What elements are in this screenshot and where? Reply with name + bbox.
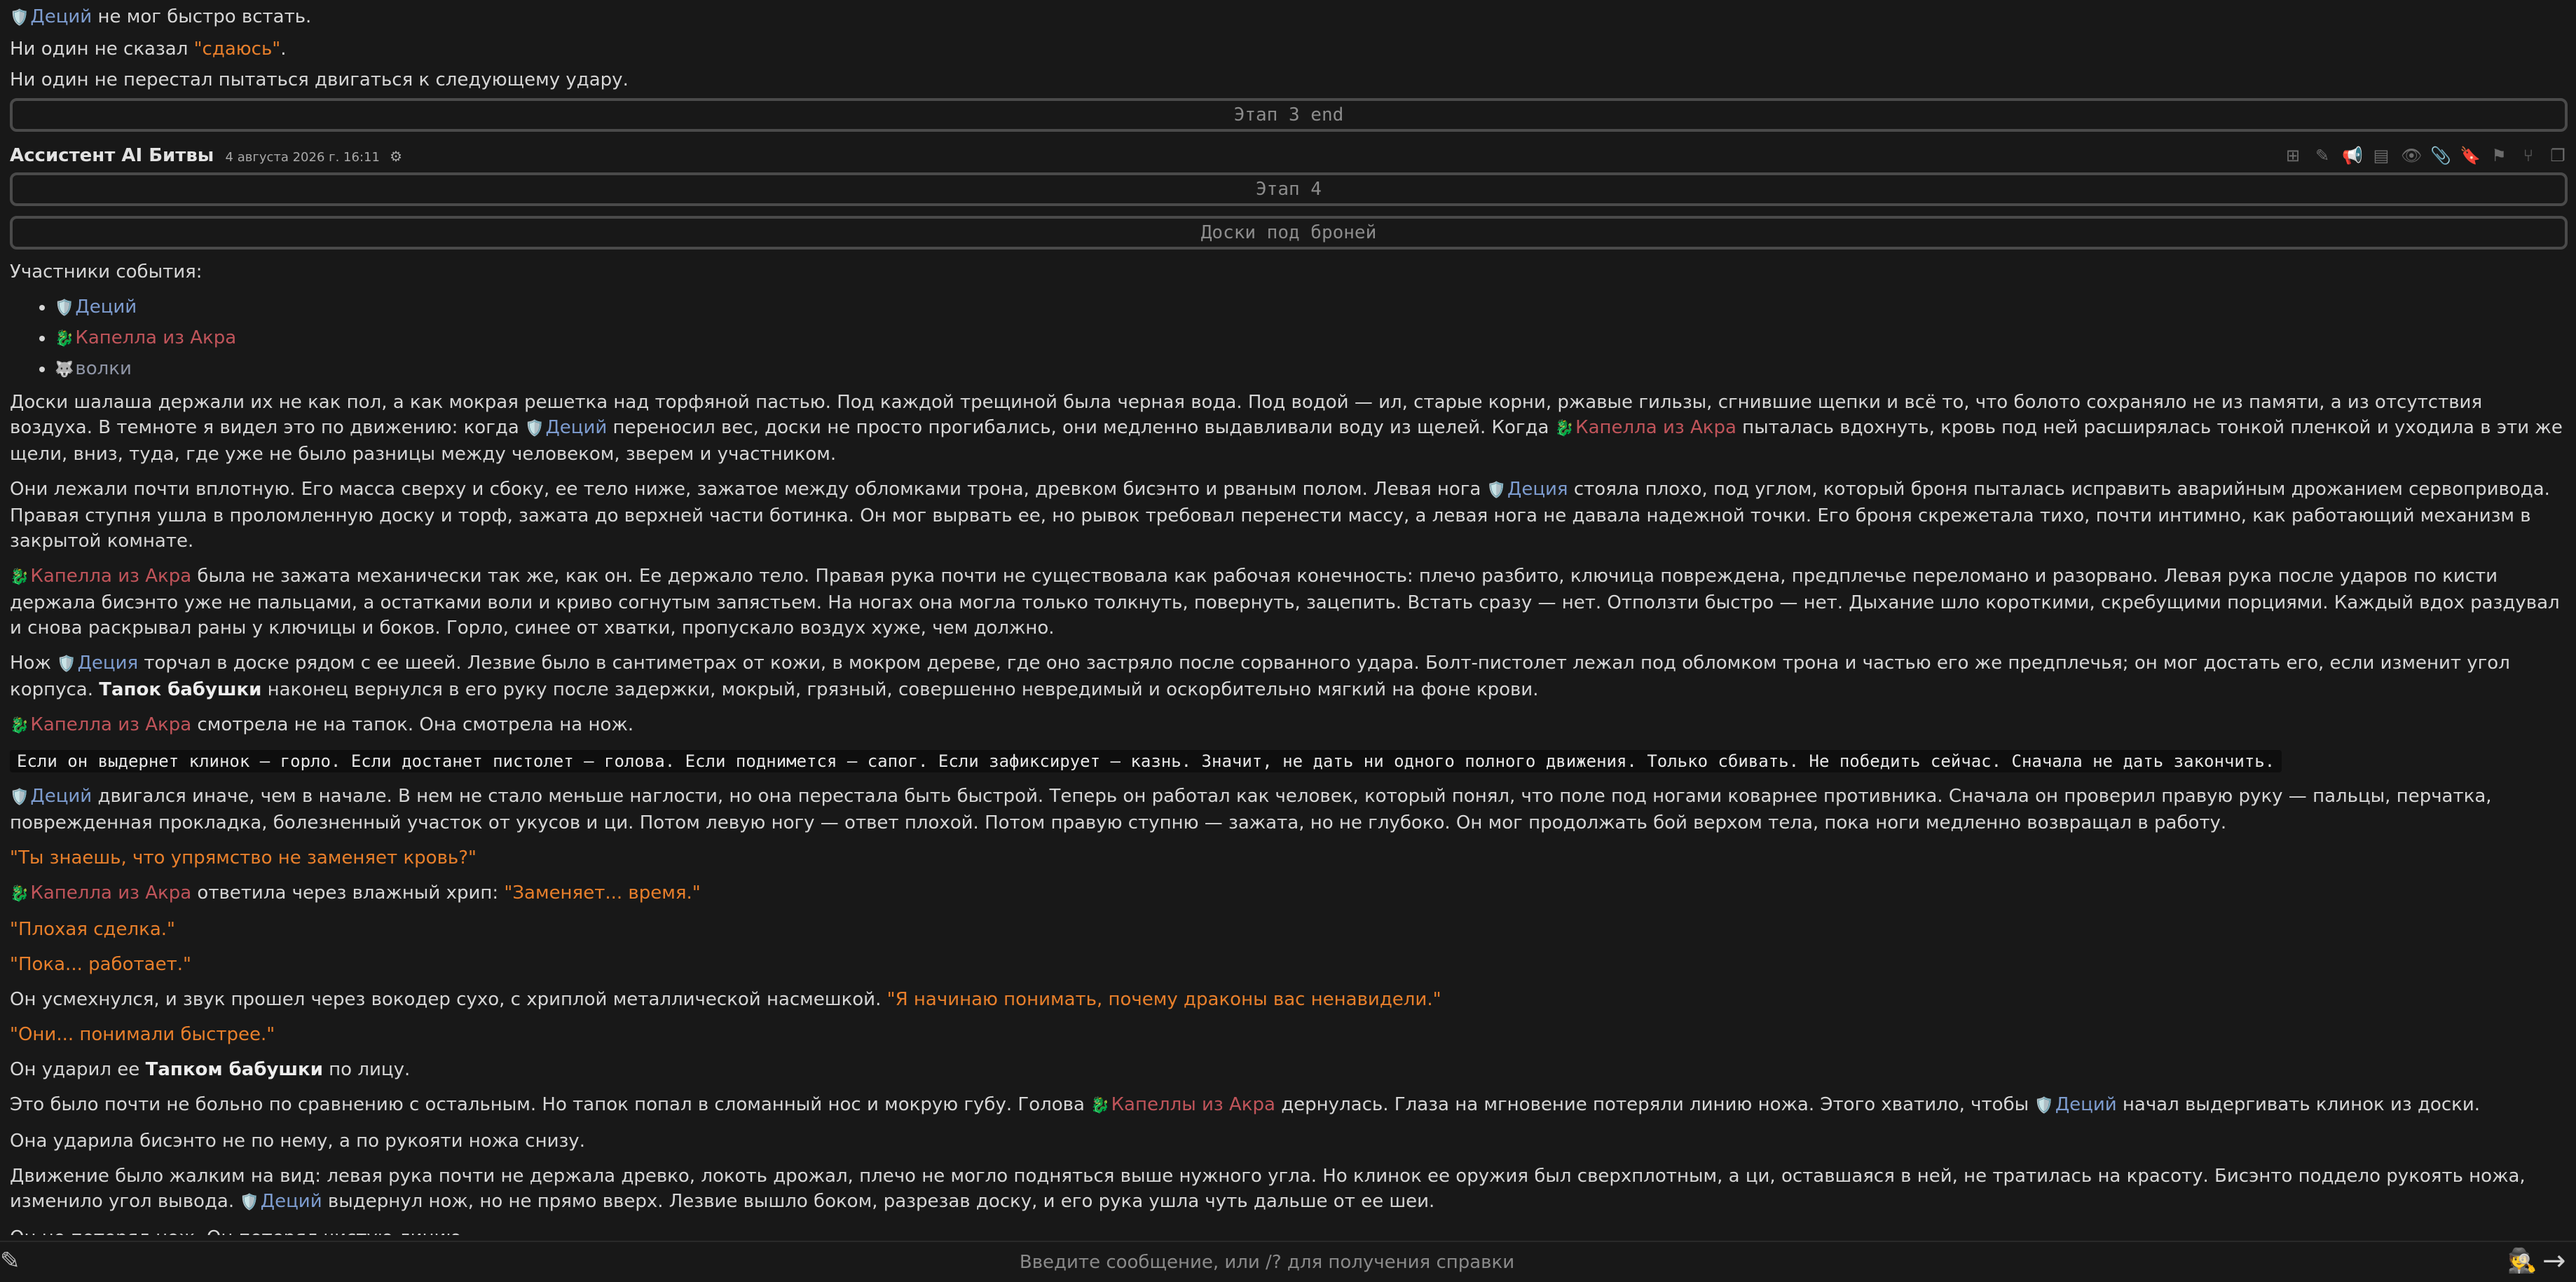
flag-icon[interactable]: ⚑ <box>2489 146 2509 165</box>
message-paragraph: 🐉Капелла из Акра ответила через влажный … <box>10 882 701 903</box>
shield-icon: 🛡️ <box>55 299 74 317</box>
dragon-icon: 🐉 <box>1554 420 1575 437</box>
stage-end-divider: Этап 3 end <box>10 98 2568 132</box>
ai-icon[interactable]: ⊞ <box>2283 146 2303 165</box>
chat-input-bar: ✎ 🕵 → <box>0 1241 2576 1282</box>
message-paragraph: 🛡️Деций не мог быстро встать. <box>10 6 312 27</box>
message-header: Ассистент AI Битвы 4 августа 2026 г. 16:… <box>10 142 2568 170</box>
participant-link-decius[interactable]: Деций <box>545 417 607 438</box>
participant-link-kapella[interactable]: Капелла из Акра <box>1575 417 1736 438</box>
item-name: Тапок бабушки <box>99 679 262 700</box>
copy-text-icon[interactable]: ▤ <box>2371 146 2391 165</box>
message-paragraph: 🐉Капелла из Акра смотрела не на тапок. О… <box>10 714 634 735</box>
participant-link-kapella[interactable]: Капелла из Акра <box>75 327 236 348</box>
participant-link-decius[interactable]: Деция <box>1507 479 1568 500</box>
participants-label: Участники события: <box>10 261 203 282</box>
message-paragraph: 🐉Капелла из Акра была не зажата механиче… <box>10 566 2560 639</box>
shield-icon: 🛡️ <box>57 655 76 673</box>
settings-icon[interactable]: ⚙ <box>390 148 402 165</box>
copy-icon[interactable]: ❐ <box>2548 146 2568 165</box>
dragon-icon: 🐉 <box>10 568 29 586</box>
message-paragraph: Ни один не перестал пытаться двигаться к… <box>10 69 629 90</box>
message-paragraph: Нож 🛡️Деция торчал в доске рядом с ее ше… <box>10 653 2510 700</box>
chat-message-input[interactable] <box>42 1242 2492 1282</box>
message-paragraph: Он ударил ее Тапком бабушки по лицу. <box>10 1059 411 1080</box>
participant-link-kapella[interactable]: Капелла из Акра <box>30 882 191 903</box>
participant-link-decius[interactable]: Деций <box>261 1191 322 1212</box>
message-paragraph: Они лежали почти вплотную. Его масса све… <box>10 479 2550 552</box>
message-paragraph: Доски шалаша держали их не как пол, а ка… <box>10 392 2563 465</box>
participant-link-kapella[interactable]: Капеллы из Акра <box>1111 1094 1275 1115</box>
stage-subtitle-divider: Доски под броней <box>10 216 2568 250</box>
shield-icon: 🛡️ <box>240 1194 259 1211</box>
announce-icon[interactable]: 📢 <box>2342 146 2363 165</box>
send-arrow-icon[interactable]: → <box>2542 1245 2573 1277</box>
participant-item: 🐉Капелла из Акра <box>55 325 2568 352</box>
attach-icon[interactable]: 📎 <box>2430 146 2451 165</box>
dragon-icon: 🐉 <box>10 885 29 903</box>
message-paragraph: Он усмехнулся, и звук прошел через вокод… <box>10 989 1441 1010</box>
branch-icon[interactable]: ⑂ <box>2519 146 2538 165</box>
chat-log: 🛡️Деций не мог быстро встать. Ни один не… <box>10 0 2568 1235</box>
message-paragraph: Если он выдернет клинок — горло. Если до… <box>10 749 2568 774</box>
shield-icon: 🛡️ <box>10 9 29 27</box>
inner-thought-code: Если он выдернет клинок — горло. Если до… <box>10 750 2282 772</box>
quote: "Я начинаю понимать, почему драконы вас … <box>886 989 1441 1010</box>
shield-icon: 🛡️ <box>525 420 544 437</box>
participant-link-decius[interactable]: Деций <box>30 6 92 27</box>
quote-paragraph: "Ты знаешь, что упрямство не заменяет кр… <box>10 847 477 868</box>
quote-paragraph: "Они... понимали быстрее." <box>10 1024 275 1045</box>
dragon-icon: 🐉 <box>1090 1097 1110 1114</box>
quote: "сдаюсь" <box>193 39 281 60</box>
participant-link-wolves[interactable]: волки <box>75 358 131 379</box>
participants-list: 🛡️Деций 🐉Капелла из Акра 🐺волки <box>10 294 2568 383</box>
item-name: Тапком бабушки <box>145 1059 323 1080</box>
dragon-icon: 🐉 <box>55 330 74 348</box>
participant-item: 🐺волки <box>55 356 2568 383</box>
timestamp: 4 августа 2026 г. 16:11 <box>225 150 380 165</box>
message-paragraph: Движение было жалким на вид: левая рука … <box>10 1166 2526 1212</box>
participant-link-kapella[interactable]: Капелла из Акра <box>30 566 191 587</box>
participant-item: 🛡️Деций <box>55 294 2568 321</box>
participant-link-decius[interactable]: Деций <box>2055 1094 2117 1115</box>
participant-link-kapella[interactable]: Капелла из Акра <box>30 714 191 735</box>
quote-paragraph: "Плохая сделка." <box>10 919 176 940</box>
edit-icon[interactable]: ✎ <box>2313 146 2332 165</box>
message-paragraph: Она ударила бисэнто не по нему, а по рук… <box>10 1131 585 1152</box>
spy-icon[interactable]: 🕵 <box>2507 1245 2538 1277</box>
shield-icon: 🛡️ <box>2034 1097 2054 1114</box>
shield-icon: 🛡️ <box>1486 482 1507 499</box>
message-paragraph: Он не потерял нож. Он потерял чистую лин… <box>10 1225 2568 1235</box>
quote: "Заменяет... время." <box>504 882 701 903</box>
message-paragraph: Это было почти не больно по сравнению с … <box>10 1094 2480 1115</box>
shield-icon: 🛡️ <box>10 789 29 806</box>
participant-link-decius[interactable]: Деция <box>78 653 139 674</box>
participant-link-decius[interactable]: Деций <box>30 786 92 807</box>
participant-link-decius[interactable]: Деций <box>75 296 137 318</box>
eye-icon[interactable]: 👁 <box>2401 146 2422 165</box>
bookmark-icon[interactable]: 🔖 <box>2460 146 2481 165</box>
message-toolbar: ⊞ ✎ 📢 ▤ 👁 📎 🔖 ⚑ ⑂ ❐ <box>2283 142 2568 170</box>
dragon-icon: 🐉 <box>10 717 29 735</box>
stage-divider: Этап 4 <box>10 172 2568 206</box>
quote-paragraph: "Пока... работает." <box>10 954 191 975</box>
pencil-icon[interactable]: ✎ <box>0 1245 28 1277</box>
message-paragraph: 🛡️Деций двигался иначе, чем в начале. В … <box>10 786 2492 833</box>
wolf-icon: 🐺 <box>55 361 74 379</box>
author-name[interactable]: Ассистент AI Битвы <box>10 145 214 166</box>
message-paragraph: Ни один не сказал "сдаюсь". <box>10 39 287 60</box>
